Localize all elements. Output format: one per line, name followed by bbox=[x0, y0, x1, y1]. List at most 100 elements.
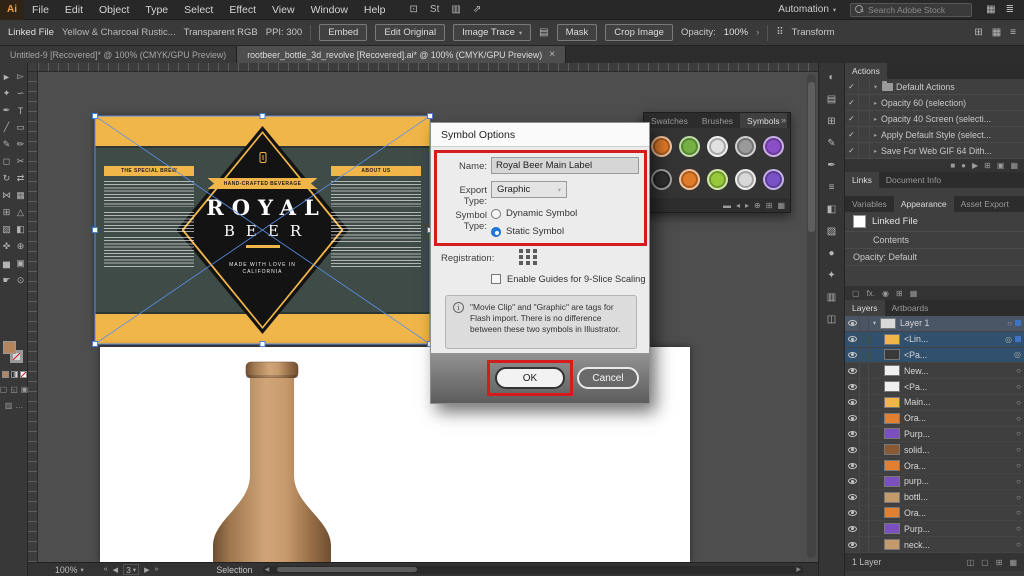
lock-toggle[interactable] bbox=[860, 363, 869, 378]
panel-menu-icon[interactable]: ≡ bbox=[1010, 27, 1016, 38]
action-row[interactable]: ✓▸Apply Default Style (select... bbox=[845, 127, 1024, 143]
target-icon[interactable]: ○ bbox=[1016, 429, 1021, 438]
layer-name[interactable]: Purp... bbox=[904, 429, 1016, 439]
visibility-toggle[interactable] bbox=[845, 537, 860, 552]
arrange-icon[interactable]: ▦ bbox=[992, 27, 1001, 38]
static-symbol-option[interactable]: Static Symbol bbox=[491, 226, 564, 237]
artboard-number-dropdown[interactable]: 3 ▾ bbox=[123, 564, 139, 575]
symbol-name-input[interactable] bbox=[491, 157, 639, 174]
visibility-toggle[interactable] bbox=[845, 427, 860, 442]
visibility-toggle[interactable] bbox=[845, 411, 860, 426]
place-symbol-icon[interactable]: ⊕ bbox=[754, 201, 761, 210]
selection-tool[interactable]: ► bbox=[0, 68, 14, 85]
action-check-icon[interactable]: ✓ bbox=[845, 95, 859, 110]
play-icon[interactable]: ▶ bbox=[972, 161, 978, 170]
visibility-toggle[interactable] bbox=[845, 458, 860, 473]
target-icon[interactable]: ○ bbox=[1016, 477, 1021, 486]
pen-tool[interactable]: ✒ bbox=[0, 102, 14, 119]
panel-overflow-icon[interactable]: » bbox=[781, 113, 786, 128]
menu-edit[interactable]: Edit bbox=[57, 0, 91, 20]
layer-name[interactable]: solid... bbox=[904, 445, 1016, 455]
zoom-tool[interactable]: ⊙ bbox=[14, 272, 28, 289]
visibility-toggle[interactable] bbox=[845, 379, 860, 394]
lock-toggle[interactable] bbox=[860, 348, 869, 363]
fill-color-swatch[interactable] bbox=[3, 341, 16, 354]
expand-caret-icon[interactable]: ▸ bbox=[870, 147, 881, 155]
radio-selected-icon[interactable] bbox=[491, 227, 501, 237]
delete-layer-icon[interactable]: ▦ bbox=[1009, 558, 1017, 567]
lock-toggle[interactable] bbox=[860, 537, 869, 552]
prev-symbol-icon[interactable]: ◂ bbox=[736, 201, 740, 210]
action-dialog-toggle[interactable] bbox=[859, 111, 870, 126]
tab-appearance[interactable]: Appearance bbox=[894, 196, 954, 212]
graphic-styles-panel-icon[interactable]: ✦ bbox=[823, 268, 841, 283]
expand-caret-icon[interactable]: ▸ bbox=[870, 115, 881, 123]
draw-behind-icon[interactable]: ◱ bbox=[10, 385, 18, 394]
artboard-tool[interactable]: ▣ bbox=[14, 255, 28, 272]
color-button[interactable] bbox=[2, 371, 9, 378]
ok-button[interactable]: OK bbox=[495, 367, 565, 389]
menu-window[interactable]: Window bbox=[303, 0, 356, 20]
document-tab-untitled[interactable]: Untitled-9 [Recovered]* @ 100% (CMYK/GPU… bbox=[0, 46, 237, 63]
rectangle-tool[interactable]: ▭ bbox=[14, 119, 28, 136]
menu-file[interactable]: File bbox=[24, 0, 57, 20]
layer-name[interactable]: New... bbox=[904, 366, 1016, 376]
first-artboard-icon[interactable]: « bbox=[104, 566, 108, 573]
close-icon[interactable]: × bbox=[549, 49, 555, 60]
target-icon[interactable]: ○ bbox=[1016, 366, 1021, 375]
gradient-panel-icon[interactable]: ◧ bbox=[823, 202, 841, 217]
target-icon[interactable]: ○ bbox=[1016, 493, 1021, 502]
linked-file-name[interactable]: Yellow & Charcoal Rustic... bbox=[62, 27, 176, 38]
radio-icon[interactable] bbox=[491, 209, 501, 219]
layer-row[interactable]: solid...○ bbox=[845, 442, 1024, 458]
action-row[interactable]: ✓▾Default Actions bbox=[845, 79, 1024, 95]
swatches-panel-icon[interactable]: ⊞ bbox=[823, 114, 841, 129]
edit-original-button[interactable]: Edit Original bbox=[375, 24, 445, 41]
appearance-row-opacity[interactable]: Opacity: Default bbox=[845, 249, 1024, 266]
target-icon[interactable]: ○ bbox=[1016, 414, 1021, 423]
symbols-panel-icon[interactable]: ✒ bbox=[823, 158, 841, 173]
visibility-toggle[interactable] bbox=[845, 490, 860, 505]
lock-toggle[interactable] bbox=[860, 506, 869, 521]
transparency-panel-icon[interactable]: ▨ bbox=[823, 224, 841, 239]
tab-symbols[interactable]: Symbols bbox=[740, 113, 787, 128]
free-transform-tool[interactable]: ▦ bbox=[14, 187, 28, 204]
layer-row[interactable]: Purp...○ bbox=[845, 427, 1024, 443]
gradient-button[interactable] bbox=[11, 371, 18, 378]
layer-row[interactable]: neck...○ bbox=[845, 537, 1024, 553]
transform-grid-icon[interactable]: ⠿ bbox=[776, 27, 783, 38]
scrollbar-thumb[interactable] bbox=[277, 567, 418, 572]
symbol-thumb-1[interactable] bbox=[679, 136, 700, 157]
color-guide-panel-icon[interactable]: ▤ bbox=[823, 92, 841, 107]
tab-asset-export[interactable]: Asset Export bbox=[954, 196, 1016, 212]
magic-wand-tool[interactable]: ✦ bbox=[0, 85, 14, 102]
lock-toggle[interactable] bbox=[860, 332, 869, 347]
draw-normal-icon[interactable]: ▢ bbox=[0, 385, 7, 394]
target-icon[interactable]: ○ bbox=[1016, 382, 1021, 391]
arrange-documents-icon[interactable]: ▥ bbox=[451, 4, 460, 15]
new-set-icon[interactable]: ⊞ bbox=[984, 161, 991, 170]
menu-type[interactable]: Type bbox=[137, 0, 176, 20]
shape-builder-tool[interactable]: ⊞ bbox=[0, 204, 14, 221]
artboard-label-art[interactable]: THE SPECIAL BREW ABOUT US HAND-CRAFTED B… bbox=[95, 116, 430, 344]
color-panel-icon[interactable]: ◐ bbox=[823, 70, 841, 85]
type-tool[interactable]: T bbox=[14, 102, 28, 119]
appearance-row-linked-file[interactable]: Linked File bbox=[845, 212, 1024, 232]
layer-row[interactable]: bottl...○ bbox=[845, 490, 1024, 506]
previous-artboard-icon[interactable]: ◀ bbox=[113, 566, 118, 574]
gradient-tool[interactable]: ◧ bbox=[14, 221, 28, 238]
artboards-panel-icon[interactable]: ◫ bbox=[823, 312, 841, 327]
perspective-grid-tool[interactable]: △ bbox=[14, 204, 28, 221]
target-icon[interactable]: ○ bbox=[1007, 319, 1012, 328]
tab-swatches[interactable]: Swatches bbox=[644, 113, 695, 128]
expand-caret-icon[interactable]: ▾ bbox=[869, 319, 880, 327]
symbol-thumb-3[interactable] bbox=[735, 136, 756, 157]
action-dialog-toggle[interactable] bbox=[859, 127, 870, 142]
direct-selection-tool[interactable]: ▻ bbox=[14, 68, 28, 85]
lock-toggle[interactable] bbox=[860, 395, 869, 410]
stroke-panel-icon[interactable]: ≡ bbox=[823, 180, 841, 195]
delete-item-icon[interactable]: ▦ bbox=[910, 289, 918, 298]
scissors-tool[interactable]: ✂ bbox=[14, 153, 28, 170]
export-type-select[interactable]: Graphic ▾ bbox=[491, 181, 567, 198]
more-icon[interactable]: … bbox=[15, 401, 23, 410]
